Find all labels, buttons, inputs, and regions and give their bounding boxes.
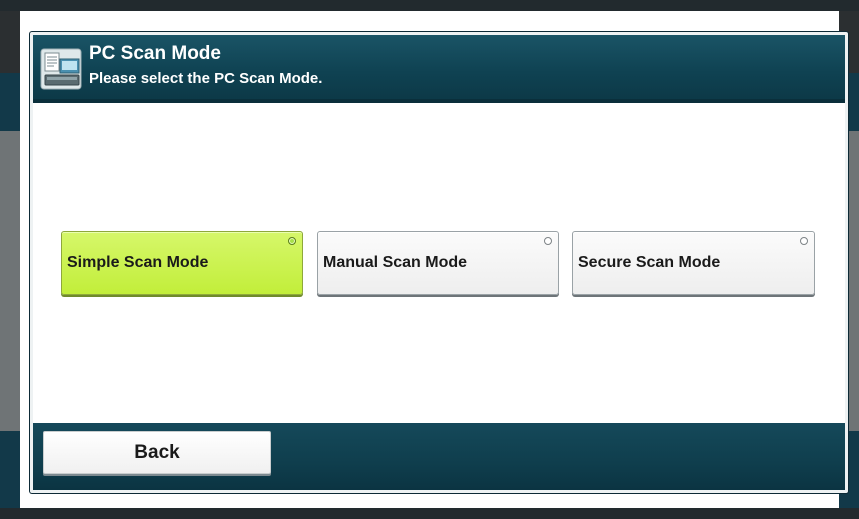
device-frame: PC Scan Mode Please select the PC Scan M… bbox=[0, 0, 859, 519]
unselected-indicator-icon bbox=[800, 237, 808, 245]
back-button[interactable]: Back bbox=[43, 431, 271, 474]
page-title: PC Scan Mode bbox=[89, 43, 221, 64]
simple-scan-mode-button[interactable]: Simple Scan Mode bbox=[61, 231, 303, 295]
screen-panel: PC Scan Mode Please select the PC Scan M… bbox=[30, 32, 848, 493]
selected-indicator-icon bbox=[288, 237, 296, 245]
mode-selection-area: Simple Scan Mode Manual Scan Mode Secure… bbox=[33, 103, 845, 423]
manual-scan-mode-label: Manual Scan Mode bbox=[323, 254, 468, 271]
scanner-icon bbox=[39, 47, 83, 91]
frame-top-band bbox=[0, 0, 859, 11]
frame-left-side bbox=[0, 11, 20, 508]
simple-scan-mode-label: Simple Scan Mode bbox=[67, 254, 209, 271]
back-button-label: Back bbox=[134, 442, 180, 463]
page-subtitle: Please select the PC Scan Mode. bbox=[89, 70, 323, 87]
manual-scan-mode-button[interactable]: Manual Scan Mode bbox=[317, 231, 559, 295]
footer-bar: Back bbox=[33, 423, 845, 490]
header-bar: PC Scan Mode Please select the PC Scan M… bbox=[33, 35, 845, 103]
unselected-indicator-icon bbox=[544, 237, 552, 245]
secure-scan-mode-button[interactable]: Secure Scan Mode bbox=[572, 231, 815, 295]
frame-bottom-band bbox=[0, 508, 859, 519]
secure-scan-mode-label: Secure Scan Mode bbox=[578, 254, 721, 271]
